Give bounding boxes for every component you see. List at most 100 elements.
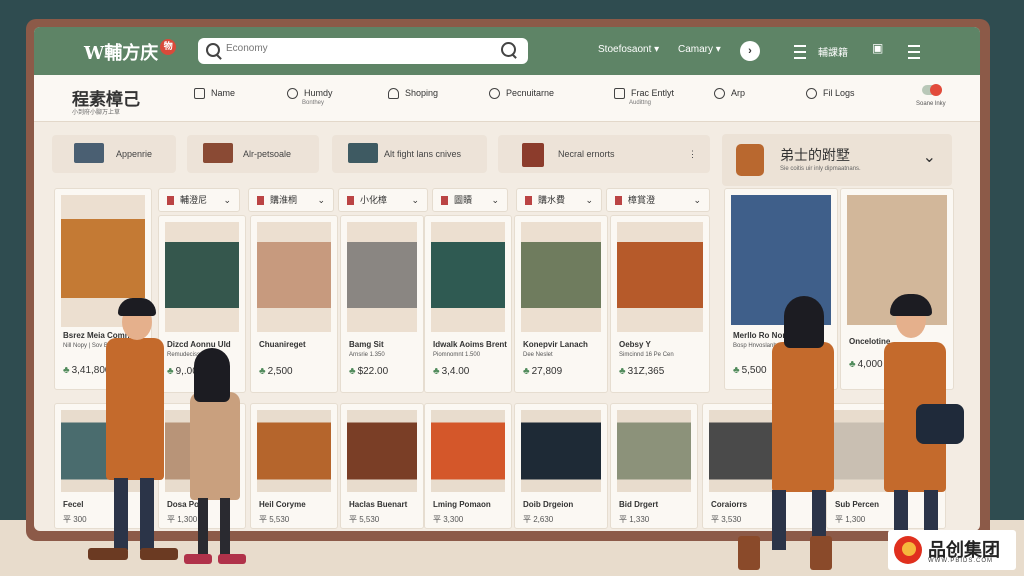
share-icon[interactable]: ▣ <box>872 41 883 55</box>
filter-icon <box>257 196 264 206</box>
product-price: $22.00 <box>349 366 389 377</box>
shopper-shoe <box>88 548 128 560</box>
shopper-hair <box>118 298 156 316</box>
filter-dropdown-2[interactable]: 購淮桐 ⌄ <box>248 188 334 212</box>
product-price: 31Z,365 <box>619 366 665 377</box>
filter-dropdown-6[interactable]: 樟賞澄 ⌄ <box>606 188 710 212</box>
shopper-hair <box>890 294 932 316</box>
filter-dropdown-5[interactable]: 購水費 ⌄ <box>516 188 602 212</box>
category-label: Humdy <box>304 88 333 98</box>
chevron-down-icon: ⌄ <box>693 195 701 205</box>
search-bar[interactable] <box>198 38 528 64</box>
category-label: Frac Entlyt <box>631 88 675 98</box>
category-item-arp[interactable]: Arp <box>714 88 745 100</box>
filter-dropdown-1[interactable]: 輔澄尼 ⌄ <box>158 188 240 212</box>
section-subtitle: 小到府小腳万上草 <box>72 110 121 116</box>
promo-tile-ernorts[interactable]: Necral ernorts ⋮ <box>498 135 710 173</box>
chevron-down-icon: ⌄ <box>317 195 325 205</box>
settings-menu-icon[interactable] <box>908 45 920 59</box>
nav-dropdown-category[interactable]: Camary ▾ <box>678 44 721 55</box>
category-bar: 程素樟己 小到府小腳万上草 Name Humdy Bonthey Shoping … <box>34 75 980 122</box>
promo-tile-label: Appenrie <box>116 149 153 159</box>
product-desc: Dee Neslet <box>523 352 553 358</box>
filter-dropdown-4[interactable]: 圖贖 ⌄ <box>432 188 508 212</box>
filter-label: 輔澄尼 <box>180 195 208 205</box>
featured-panel-header[interactable]: 弟士的跗墅 Sie coitis uir inly dipmaatnans. ⌄ <box>722 134 952 186</box>
product-price: 平 3,300 <box>433 515 464 524</box>
product-price: 平 5,530 <box>349 515 380 524</box>
more-icon[interactable]: ⋮ <box>688 149 697 160</box>
product-image <box>617 222 703 332</box>
promo-tile-appenrie[interactable]: Appenrie <box>52 135 176 173</box>
filter-dropdown-3[interactable]: 小化樟 ⌄ <box>338 188 428 212</box>
user-icon <box>489 88 500 100</box>
chevron-down-icon: ⌄ <box>223 195 231 205</box>
brand-logo[interactable]: W輔方庆物 <box>84 39 177 65</box>
shopper-leg <box>772 490 786 550</box>
chevron-down-icon[interactable]: ⌄ <box>923 147 936 167</box>
product-name: Fecel <box>63 500 84 509</box>
menu-icon[interactable] <box>794 45 806 59</box>
product-price: 27,809 <box>523 366 563 377</box>
search-submit-icon[interactable] <box>501 42 516 57</box>
category-item-humdy[interactable]: Humdy Bonthey <box>287 88 333 106</box>
shopper-figure <box>84 298 184 568</box>
product-name: Bid Drgert <box>619 500 659 509</box>
shopper-leg <box>198 498 208 558</box>
topbar-account-text[interactable]: 輔課籍 <box>818 44 848 59</box>
product-image <box>431 410 505 492</box>
settings-toggle[interactable] <box>922 84 942 96</box>
next-arrow-icon[interactable]: › <box>740 41 760 61</box>
car-icon <box>203 143 233 163</box>
filter-icon <box>441 196 448 206</box>
product-card[interactable]: Bamg Sit Arnsrie 1.350 $22.00 <box>340 215 424 393</box>
product-name: Haclas Buenart <box>349 500 408 509</box>
product-card[interactable]: Haclas Buenart 平 5,530 <box>340 403 424 529</box>
product-card[interactable]: Idwalk Aoims Brent Piomnomnt 1.500 3,4.0… <box>424 215 512 393</box>
category-item-name[interactable]: Name <box>194 88 235 100</box>
search-input[interactable] <box>224 42 488 55</box>
logo-text: W輔方庆 <box>84 43 159 64</box>
search-icon <box>206 43 220 57</box>
logo-badge: 物 <box>160 39 177 55</box>
shopper-leg <box>220 498 230 558</box>
product-price: 平 1,330 <box>619 515 650 524</box>
category-item-entlyt[interactable]: Frac Entlyt Audittng <box>614 88 674 106</box>
app-icon <box>714 88 725 100</box>
shopper-shoe <box>184 554 212 564</box>
product-image <box>521 222 601 332</box>
filter-label: 圖贖 <box>454 195 473 205</box>
product-image <box>347 222 417 332</box>
product-card[interactable]: Bid Drgert 平 1,330 <box>610 403 698 529</box>
product-card[interactable]: Konepvir Lanach Dee Neslet 27,809 <box>514 215 608 393</box>
toggle-label: Soane lnky <box>916 101 946 107</box>
product-name: Idwalk Aoims Brent <box>433 340 507 349</box>
product-card[interactable]: Heil Coryme 平 5,530 <box>250 403 338 529</box>
top-bar: W輔方庆物 Stoefosaont ▾ Camary ▾ › 輔課籍 ▣ <box>34 27 980 75</box>
shopper-figure <box>738 296 858 572</box>
promo-tile-petsoale[interactable]: Alr-petsoale <box>187 135 319 173</box>
product-name: Lming Pomaon <box>433 500 491 509</box>
product-desc: Simcinnd 16 Pe Cen <box>619 352 674 358</box>
product-card[interactable]: Doib Drgeion 平 2,630 <box>514 403 608 529</box>
shopper-hair <box>784 296 824 348</box>
promo-tile-fight[interactable]: Alt fight lans cnives <box>332 135 487 173</box>
category-sublabel: Audittng <box>629 100 652 107</box>
category-item-shoping[interactable]: Shoping <box>388 88 438 100</box>
filter-icon <box>167 196 174 206</box>
nav-dropdown-store[interactable]: Stoefosaont ▾ <box>598 44 659 55</box>
product-card[interactable]: Oebsy Y Simcinnd 16 Pe Cen 31Z,365 <box>610 215 710 393</box>
product-card[interactable]: Chuanireget 2,500 <box>250 215 338 393</box>
shopper-figure <box>862 294 972 570</box>
product-card[interactable]: Lming Pomaon 平 3,300 <box>424 403 512 529</box>
shopper-shoe <box>218 554 246 564</box>
nav-dropdown-label: Camary <box>678 44 714 55</box>
product-price: 平 5,530 <box>259 515 290 524</box>
product-image <box>521 410 601 492</box>
watermark-mark-icon <box>894 536 922 564</box>
product-price: 平 2,630 <box>523 515 554 524</box>
category-item-pecnuitarne[interactable]: Pecnuitarne <box>489 88 554 100</box>
image-icon <box>194 88 205 100</box>
category-item-fil-logs[interactable]: Fil Logs <box>806 88 855 100</box>
handbag-icon <box>916 404 964 444</box>
